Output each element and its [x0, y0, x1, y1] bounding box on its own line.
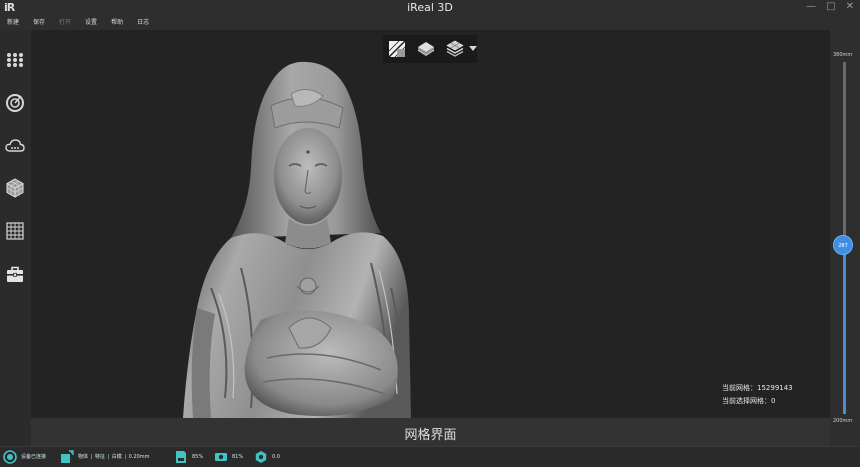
fps-gear-icon — [255, 451, 267, 463]
menu-settings[interactable]: 设置 — [78, 16, 104, 30]
scan-mode-object[interactable]: 物体 — [78, 454, 88, 460]
cloud-icon[interactable] — [5, 136, 25, 156]
mesh-cube-icon[interactable] — [5, 178, 25, 198]
layer-texture-icon[interactable] — [446, 40, 464, 58]
scan-mode-group: 物体 | 特征 | 白模 | 0.20mm — [78, 454, 150, 460]
left-sidebar — [0, 30, 31, 446]
slider-max-label: 380mm — [833, 52, 853, 58]
slider-min-label: 200mm — [833, 418, 853, 424]
memory-icon — [215, 453, 227, 461]
scan-mode-feature[interactable]: 特征 — [95, 454, 105, 460]
menu-log[interactable]: 日志 — [130, 16, 156, 30]
depth-slider-panel: 380mm 287 200mm — [830, 30, 860, 446]
status-bar: 设备已连接 物体 | 特征 | 白模 | 0.20mm 85% 81% 0.0 — [0, 446, 860, 466]
memory-usage: 81% — [232, 454, 244, 460]
resolution-value: 0.20mm — [128, 454, 150, 460]
view-mode-label: 网格界面 — [404, 428, 457, 443]
scan-target-icon[interactable] — [5, 93, 25, 113]
scan-mode-white[interactable]: 白模 — [112, 454, 122, 460]
depth-slider-handle[interactable]: 287 — [833, 235, 853, 256]
menu-open[interactable]: 打开 — [52, 16, 78, 30]
mesh-view-icon[interactable] — [388, 40, 406, 58]
view-label-bar: 网格界面 — [31, 418, 830, 446]
device-connected-icon — [3, 450, 17, 464]
menu-help[interactable]: 帮助 — [104, 16, 130, 30]
storage-usage: 85% — [192, 454, 204, 460]
menu-save[interactable]: 保存 — [26, 16, 52, 30]
maximize-button[interactable]: □ — [826, 1, 835, 12]
grid-icon[interactable] — [5, 221, 25, 241]
menu-bar: 新建 保存 打开 设置 帮助 日志 — [0, 16, 860, 30]
scan-mode-icon — [61, 450, 74, 463]
layer-solid-icon[interactable] — [417, 40, 435, 58]
storage-card-icon — [176, 451, 186, 463]
title-bar: iR iReal 3D — □ ✕ — [0, 0, 860, 16]
mesh-viewport[interactable]: 当前网格：15299143 当前选择网格：0 — [31, 30, 830, 418]
window-title: iReal 3D — [407, 1, 453, 14]
fps-value: 0.0 — [272, 454, 280, 460]
mesh-info-panel: 当前网格：15299143 当前选择网格：0 — [722, 382, 793, 408]
close-button[interactable]: ✕ — [846, 1, 854, 12]
depth-slider-fill — [843, 245, 846, 414]
dropdown-arrow-icon[interactable] — [469, 46, 477, 51]
window-controls: — □ ✕ — [806, 1, 854, 12]
menu-new[interactable]: 新建 — [0, 16, 26, 30]
toolbox-icon[interactable] — [5, 264, 25, 284]
selected-mesh-count: 当前选择网格：0 — [722, 397, 776, 405]
scanned-statue-model — [183, 61, 411, 418]
connection-status: 设备已连接 — [21, 454, 47, 460]
dots-grid-icon[interactable] — [5, 50, 25, 70]
minimize-button[interactable]: — — [806, 1, 816, 12]
current-mesh-count: 当前网格：15299143 — [722, 384, 793, 392]
